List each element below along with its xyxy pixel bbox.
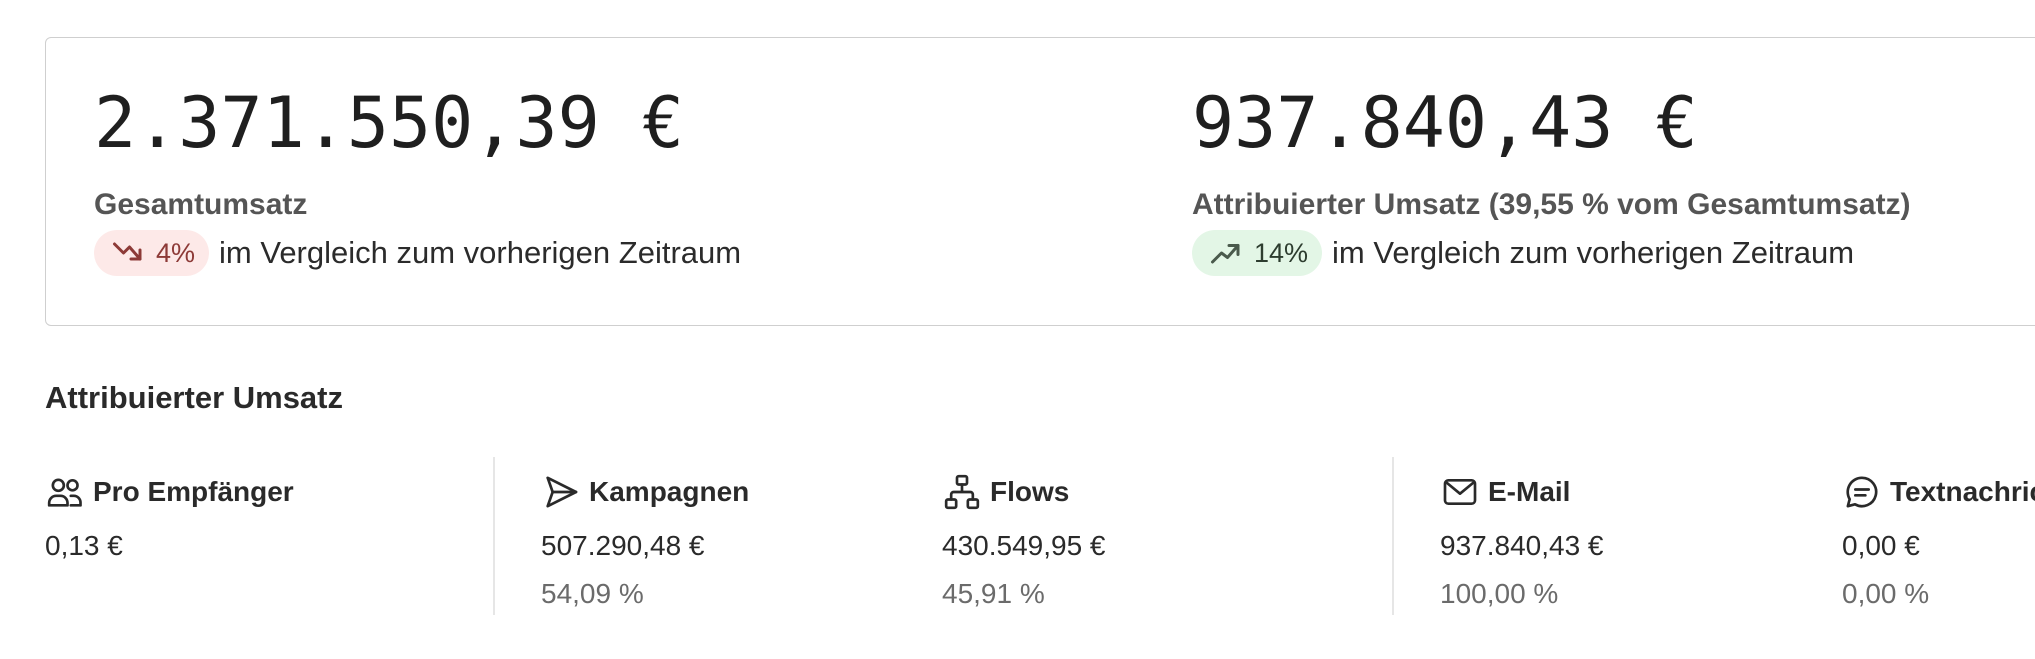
total-revenue-label: Gesamtumsatz: [94, 188, 308, 221]
attributed-revenue-value: 937.840,43 €: [1192, 82, 1698, 164]
column-divider: [493, 457, 495, 615]
send-icon: [541, 472, 581, 512]
trend-badge-up: 14%: [1192, 230, 1323, 276]
mail-icon: [1440, 472, 1480, 512]
stat-value: 0,13 €: [45, 530, 123, 561]
stat-percent: 54,09 %: [541, 578, 644, 609]
stat-percent: 0,00 %: [1842, 578, 1930, 609]
stat-percent: 45,91 %: [942, 578, 1045, 609]
stat-per-recipient: Pro Empfänger 0,13 €: [45, 470, 294, 561]
column-divider: [1392, 457, 1394, 615]
revenue-summary-card: 2.371.550,39 € Gesamtumsatz 4% im Vergle…: [45, 37, 2035, 326]
stat-value: 430.549,95 €: [942, 530, 1106, 561]
message-icon: [1842, 472, 1882, 512]
comparison-text: im Vergleich zum vorherigen Zeitraum: [1332, 235, 1855, 270]
attributed-revenue-section-title: Attribuierter Umsatz: [45, 380, 343, 415]
attributed-revenue-comparison: 14% im Vergleich zum vorherigen Zeitraum: [1192, 230, 1854, 276]
stat-flows: Flows 430.549,95 € 45,91 %: [942, 470, 1106, 609]
stat-email: E-Mail 937.840,43 € 100,00 %: [1440, 470, 1604, 609]
flows-icon: [942, 472, 982, 512]
stat-value: 937.840,43 €: [1440, 530, 1604, 561]
trend-up-icon: [1208, 235, 1244, 271]
trend-value: 14%: [1254, 237, 1309, 268]
stat-title: Kampagnen: [589, 476, 750, 507]
stat-value: 0,00 €: [1842, 530, 1920, 561]
stat-title: Pro Empfänger: [93, 476, 294, 507]
stat-text-messages: Textnachrichten 0,00 € 0,00 %: [1842, 470, 2035, 609]
attributed-revenue-label: Attribuierter Umsatz (39,55 % vom Gesamt…: [1192, 188, 1911, 221]
trend-badge-down: 4%: [94, 230, 210, 276]
trend-down-icon: [110, 235, 146, 271]
users-icon: [45, 472, 85, 512]
stat-title: E-Mail: [1488, 476, 1571, 507]
comparison-text: im Vergleich zum vorherigen Zeitraum: [219, 235, 742, 270]
total-revenue-value: 2.371.550,39 €: [94, 82, 685, 164]
stat-percent: 100,00 %: [1440, 578, 1559, 609]
stat-campaigns: Kampagnen 507.290,48 € 54,09 %: [541, 470, 750, 609]
stat-title: Textnachrichten: [1890, 476, 2035, 507]
stat-value: 507.290,48 €: [541, 530, 705, 561]
trend-value: 4%: [156, 237, 196, 268]
total-revenue-comparison: 4% im Vergleich zum vorherigen Zeitraum: [94, 230, 741, 276]
stat-title: Flows: [990, 476, 1070, 507]
